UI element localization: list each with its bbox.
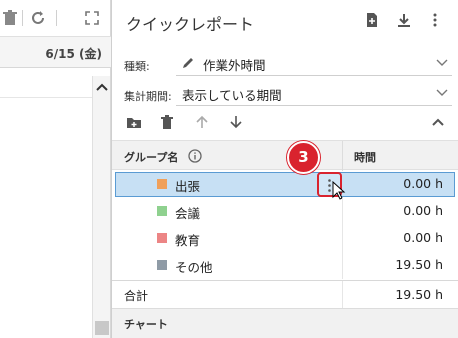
total-label: 合計 bbox=[124, 289, 149, 303]
refresh-icon[interactable] bbox=[30, 10, 46, 26]
calendar-scrollbar[interactable] bbox=[92, 76, 110, 338]
group-time: 0.00 h bbox=[403, 203, 443, 218]
calendar-toolbar bbox=[0, 0, 111, 37]
period-label: 集計期間: bbox=[124, 90, 172, 103]
calendar-row-line bbox=[0, 97, 92, 98]
new-report-icon[interactable] bbox=[364, 12, 380, 28]
column-header-time: 時間 bbox=[354, 151, 376, 164]
column-divider bbox=[342, 141, 343, 171]
table-row[interactable]: 教育 0.00 h bbox=[112, 225, 458, 252]
step-badge: 3 bbox=[287, 141, 320, 174]
period-select-value: 表示している期間 bbox=[182, 88, 282, 103]
chevron-up-icon[interactable] bbox=[95, 80, 109, 94]
total-value: 19.50 h bbox=[395, 287, 443, 302]
calendar-pane: 6/15 (金) bbox=[0, 0, 111, 338]
type-select[interactable]: 作業外時間 bbox=[176, 51, 452, 76]
arrow-up-icon[interactable] bbox=[194, 114, 210, 130]
pencil-icon bbox=[183, 58, 193, 68]
column-header-group: グループ名 bbox=[124, 151, 179, 164]
download-icon[interactable] bbox=[396, 12, 412, 28]
more-vertical-icon[interactable] bbox=[427, 12, 443, 28]
chevron-down-icon bbox=[436, 89, 448, 96]
column-divider bbox=[342, 252, 343, 279]
period-select[interactable]: 表示している期間 bbox=[176, 81, 452, 106]
toolbar-divider bbox=[22, 10, 23, 26]
toolbar-divider bbox=[56, 10, 57, 26]
info-icon[interactable] bbox=[188, 149, 202, 163]
column-divider bbox=[342, 225, 343, 252]
date-label: 6/15 (金) bbox=[45, 47, 102, 61]
type-label: 種類: bbox=[124, 60, 150, 73]
group-actions-toolbar bbox=[112, 110, 458, 134]
expand-icon[interactable] bbox=[84, 10, 100, 26]
table-row[interactable]: その他 19.50 h bbox=[112, 252, 458, 279]
chevron-down-icon bbox=[436, 59, 448, 66]
column-divider bbox=[342, 198, 343, 225]
panel-title: クイックレポート bbox=[126, 15, 255, 34]
group-color-swatch bbox=[157, 179, 167, 189]
group-time: 0.00 h bbox=[403, 230, 443, 245]
trash-icon[interactable] bbox=[159, 114, 175, 130]
quick-report-panel: クイックレポート 種類: 作業外時間 集計期間: 表示している期間 グループ名 … bbox=[111, 0, 458, 338]
collapse-icon[interactable] bbox=[430, 114, 446, 130]
column-divider bbox=[342, 281, 343, 308]
group-name: 会議 bbox=[175, 206, 201, 221]
group-color-swatch bbox=[157, 206, 167, 216]
chart-section-label: チャート bbox=[124, 318, 168, 331]
add-folder-icon[interactable] bbox=[126, 114, 142, 130]
scroll-thumb[interactable] bbox=[95, 321, 109, 335]
table-header: グループ名 時間 bbox=[112, 140, 458, 171]
trash-icon[interactable] bbox=[2, 10, 18, 26]
step-number: 3 bbox=[298, 148, 309, 166]
group-time: 0.00 h bbox=[403, 176, 443, 191]
group-name: その他 bbox=[175, 260, 213, 275]
group-time: 19.50 h bbox=[395, 257, 443, 272]
table-row[interactable]: 会議 0.00 h bbox=[112, 198, 458, 225]
group-color-swatch bbox=[157, 260, 167, 270]
type-select-value: 作業外時間 bbox=[203, 58, 266, 73]
arrow-down-icon[interactable] bbox=[228, 114, 244, 130]
group-name: 教育 bbox=[175, 233, 201, 248]
group-color-swatch bbox=[157, 233, 167, 243]
total-row: 合計 19.50 h bbox=[112, 280, 458, 308]
group-name: 出張 bbox=[175, 179, 201, 194]
chart-section-header[interactable]: チャート bbox=[112, 308, 458, 338]
table-row[interactable]: 出張 0.00 h bbox=[112, 171, 458, 200]
more-vertical-icon bbox=[328, 179, 331, 192]
calendar-date-header: 6/15 (金) bbox=[0, 37, 111, 68]
